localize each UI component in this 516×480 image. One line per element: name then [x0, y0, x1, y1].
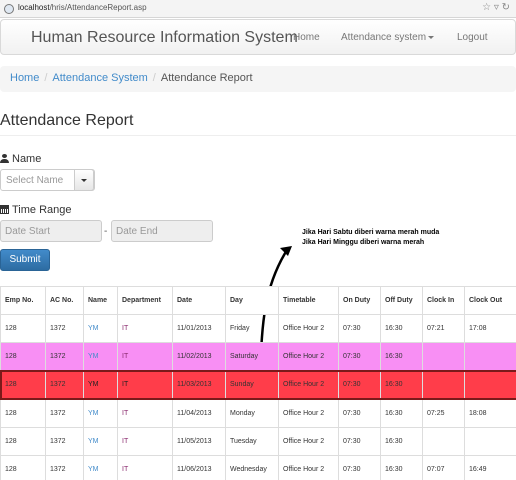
off-duty-cell: 16:30 — [380, 313, 423, 344]
table-row: 128 1372 YM IT 11/04/2013 Monday Office … — [0, 398, 516, 428]
on-duty-cell: 07:30 — [338, 398, 381, 428]
clock-out-cell: 18:08 — [464, 398, 516, 428]
emp-no-cell: 128 — [0, 398, 46, 428]
name-link[interactable]: YM — [83, 398, 118, 428]
col-emp-no: Emp No. — [0, 286, 46, 315]
emp-no-cell: 128 — [0, 454, 46, 480]
ac-no-cell: 1372 — [45, 398, 84, 428]
off-duty-cell: 16:30 — [380, 426, 423, 456]
day-cell: Tuesday — [225, 426, 279, 456]
day-cell: Sunday — [225, 370, 279, 400]
clock-in-cell — [422, 426, 465, 456]
on-duty-cell: 07:30 — [338, 342, 381, 372]
date-cell: 11/01/2013 — [172, 313, 226, 344]
col-clock-out: Clock Out — [464, 286, 516, 315]
clock-in-cell — [422, 370, 465, 400]
attendance-table: Emp No. AC No. Name Department Date Day … — [0, 286, 516, 480]
name-link[interactable]: YM — [83, 313, 118, 344]
col-on-duty: On Duty — [338, 286, 381, 315]
date-cell: 11/02/2013 — [172, 342, 226, 372]
timetable-cell: Office Hour 2 — [278, 426, 339, 456]
department-link[interactable]: IT — [117, 313, 173, 344]
timetable-cell: Office Hour 2 — [278, 454, 339, 480]
date-cell: 11/04/2013 — [172, 398, 226, 428]
department-link[interactable]: IT — [117, 370, 173, 400]
clock-in-cell: 07:07 — [422, 454, 465, 480]
col-day: Day — [225, 286, 279, 315]
annotation-line-saturday: Jika Hari Sabtu diberi warna merah muda — [302, 229, 440, 236]
table-row: 128 1372 YM IT 11/06/2013 Wednesday Offi… — [0, 454, 516, 480]
emp-no-cell: 128 — [0, 342, 46, 372]
date-cell: 11/06/2013 — [172, 454, 226, 480]
col-timetable: Timetable — [278, 286, 339, 315]
ac-no-cell: 1372 — [45, 454, 84, 480]
date-cell: 11/05/2013 — [172, 426, 226, 456]
ac-no-cell: 1372 — [45, 370, 84, 400]
day-cell: Wednesday — [225, 454, 279, 480]
table-row-sunday: 128 1372 YM IT 11/03/2013 Sunday Office … — [0, 369, 516, 401]
timetable-cell: Office Hour 2 — [278, 370, 339, 400]
table-row: 128 1372 YM IT 11/01/2013 Friday Office … — [0, 313, 516, 344]
ac-no-cell: 1372 — [45, 313, 84, 344]
clock-in-cell: 07:21 — [422, 313, 465, 344]
col-clock-in: Clock In — [422, 286, 465, 315]
table-row: 128 1372 YM IT 11/05/2013 Tuesday Office… — [0, 426, 516, 456]
annotation-line-sunday: Jika Hari Minggu diberi warna merah — [302, 239, 425, 246]
clock-in-cell: 07:25 — [422, 398, 465, 428]
department-link[interactable]: IT — [117, 398, 173, 428]
day-cell: Friday — [225, 313, 279, 344]
name-link[interactable]: YM — [83, 342, 118, 372]
clock-out-cell — [464, 342, 516, 372]
off-duty-cell: 16:30 — [380, 454, 423, 480]
ac-no-cell: 1372 — [45, 342, 84, 372]
on-duty-cell: 07:30 — [338, 370, 381, 400]
col-ac-no: AC No. — [45, 286, 84, 315]
name-link[interactable]: YM — [83, 454, 118, 480]
clock-in-cell — [422, 342, 465, 372]
on-duty-cell: 07:30 — [338, 313, 381, 344]
on-duty-cell: 07:30 — [338, 426, 381, 456]
col-off-duty: Off Duty — [380, 286, 423, 315]
timetable-cell: Office Hour 2 — [278, 313, 339, 344]
emp-no-cell: 128 — [0, 313, 46, 344]
clock-out-cell: 16:49 — [464, 454, 516, 480]
ac-no-cell: 1372 — [45, 426, 84, 456]
department-link[interactable]: IT — [117, 426, 173, 456]
timetable-cell: Office Hour 2 — [278, 342, 339, 372]
table-row-saturday: 128 1372 YM IT 11/02/2013 Saturday Offic… — [0, 342, 516, 372]
department-link[interactable]: IT — [117, 454, 173, 480]
day-cell: Saturday — [225, 342, 279, 372]
day-cell: Monday — [225, 398, 279, 428]
timetable-cell: Office Hour 2 — [278, 398, 339, 428]
clock-out-cell — [464, 370, 516, 400]
date-cell: 11/03/2013 — [172, 370, 226, 400]
off-duty-cell: 16:30 — [380, 398, 423, 428]
off-duty-cell: 16:30 — [380, 342, 423, 372]
emp-no-cell: 128 — [0, 370, 46, 400]
col-department: Department — [117, 286, 173, 315]
table-header-row: Emp No. AC No. Name Department Date Day … — [0, 286, 516, 315]
clock-out-cell: 17:08 — [464, 313, 516, 344]
col-name: Name — [83, 286, 118, 315]
clock-out-cell — [464, 426, 516, 456]
department-link[interactable]: IT — [117, 342, 173, 372]
off-duty-cell: 16:30 — [380, 370, 423, 400]
name-link[interactable]: YM — [83, 370, 118, 400]
on-duty-cell: 07:30 — [338, 454, 381, 480]
emp-no-cell: 128 — [0, 426, 46, 456]
col-date: Date — [172, 286, 226, 315]
name-link[interactable]: YM — [83, 426, 118, 456]
annotation-note: Jika Hari Sabtu diberi warna merah muda … — [302, 228, 439, 248]
